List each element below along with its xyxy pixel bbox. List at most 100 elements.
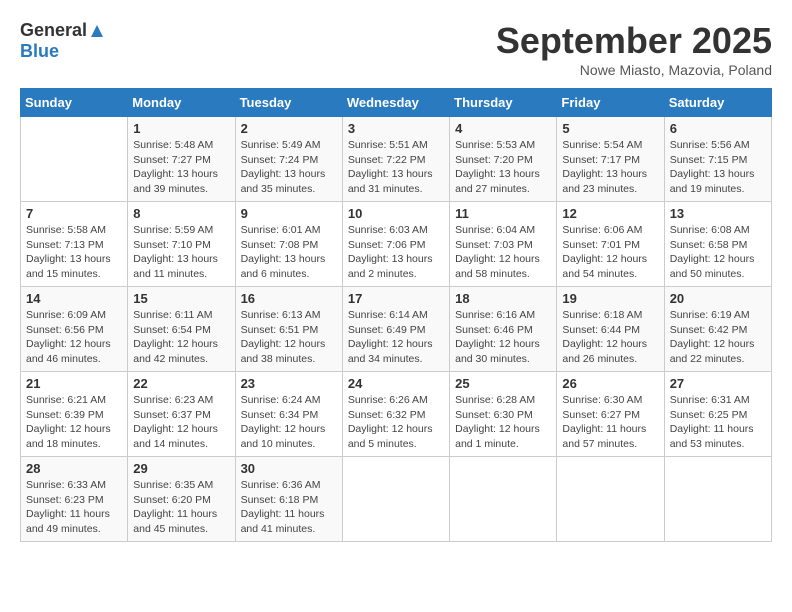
weekday-header-row: SundayMondayTuesdayWednesdayThursdayFrid… — [21, 89, 772, 117]
cell-info: Sunrise: 6:13 AM Sunset: 6:51 PM Dayligh… — [241, 308, 337, 367]
cell-info: Sunrise: 6:16 AM Sunset: 6:46 PM Dayligh… — [455, 308, 551, 367]
cell-info: Sunrise: 5:58 AM Sunset: 7:13 PM Dayligh… — [26, 223, 122, 282]
calendar-cell: 27 Sunrise: 6:31 AM Sunset: 6:25 PM Dayli… — [664, 372, 771, 457]
cell-info: Sunrise: 6:33 AM Sunset: 6:23 PM Dayligh… — [26, 478, 122, 537]
week-row-5: 28Sunrise: 6:33 AM Sunset: 6:23 PM Dayli… — [21, 457, 772, 542]
calendar-cell: 9 Sunrise: 6:01 AM Sunset: 7:08 PM Daylig… — [235, 202, 342, 287]
day-number: 17 — [348, 291, 444, 306]
calendar-cell: 6 Sunrise: 5:56 AM Sunset: 7:15 PM Daylig… — [664, 117, 771, 202]
cell-info: Sunrise: 6:04 AM Sunset: 7:03 PM Dayligh… — [455, 223, 551, 282]
calendar-cell: 15 Sunrise: 6:11 AM Sunset: 6:54 PM Dayli… — [128, 287, 235, 372]
cell-info: Sunrise: 6:24 AM Sunset: 6:34 PM Dayligh… — [241, 393, 337, 452]
day-number: 7 — [26, 206, 122, 221]
calendar-cell — [450, 457, 557, 542]
calendar-cell: 28Sunrise: 6:33 AM Sunset: 6:23 PM Dayli… — [21, 457, 128, 542]
calendar-cell: 19 Sunrise: 6:18 AM Sunset: 6:44 PM Dayli… — [557, 287, 664, 372]
cell-info: Sunrise: 6:35 AM Sunset: 6:20 PM Dayligh… — [133, 478, 229, 537]
calendar-cell: 10Sunrise: 6:03 AM Sunset: 7:06 PM Dayli… — [342, 202, 449, 287]
day-number: 20 — [670, 291, 766, 306]
day-number: 22 — [133, 376, 229, 391]
calendar-cell: 26 Sunrise: 6:30 AM Sunset: 6:27 PM Dayli… — [557, 372, 664, 457]
calendar-cell: 23 Sunrise: 6:24 AM Sunset: 6:34 PM Dayli… — [235, 372, 342, 457]
week-row-1: 1Sunrise: 5:48 AM Sunset: 7:27 PM Daylig… — [21, 117, 772, 202]
calendar-cell: 30Sunrise: 6:36 AM Sunset: 6:18 PM Dayli… — [235, 457, 342, 542]
cell-info: Sunrise: 6:23 AM Sunset: 6:37 PM Dayligh… — [133, 393, 229, 452]
day-number: 18 — [455, 291, 551, 306]
calendar-cell: 14 Sunrise: 6:09 AM Sunset: 6:56 PM Dayli… — [21, 287, 128, 372]
calendar-body: 1Sunrise: 5:48 AM Sunset: 7:27 PM Daylig… — [21, 117, 772, 542]
logo-text: General — [20, 20, 107, 40]
month-title: September 2025 — [496, 20, 772, 62]
day-number: 27 — [670, 376, 766, 391]
calendar-cell: 1Sunrise: 5:48 AM Sunset: 7:27 PM Daylig… — [128, 117, 235, 202]
cell-info: Sunrise: 5:49 AM Sunset: 7:24 PM Dayligh… — [241, 138, 337, 197]
week-row-3: 14 Sunrise: 6:09 AM Sunset: 6:56 PM Dayli… — [21, 287, 772, 372]
calendar-cell: 24Sunrise: 6:26 AM Sunset: 6:32 PM Dayli… — [342, 372, 449, 457]
calendar-cell: 25 Sunrise: 6:28 AM Sunset: 6:30 PM Dayli… — [450, 372, 557, 457]
calendar-cell: 21 Sunrise: 6:21 AM Sunset: 6:39 PM Dayli… — [21, 372, 128, 457]
calendar-cell — [21, 117, 128, 202]
day-number: 14 — [26, 291, 122, 306]
day-number: 2 — [241, 121, 337, 136]
cell-info: Sunrise: 6:14 AM Sunset: 6:49 PM Dayligh… — [348, 308, 444, 367]
calendar-table: SundayMondayTuesdayWednesdayThursdayFrid… — [20, 88, 772, 542]
cell-info: Sunrise: 6:31 AM Sunset: 6:25 PM Dayligh… — [670, 393, 766, 452]
logo-icon — [88, 22, 106, 40]
day-number: 19 — [562, 291, 658, 306]
weekday-header-friday: Friday — [557, 89, 664, 117]
day-number: 25 — [455, 376, 551, 391]
cell-info: Sunrise: 6:26 AM Sunset: 6:32 PM Dayligh… — [348, 393, 444, 452]
cell-info: Sunrise: 5:48 AM Sunset: 7:27 PM Dayligh… — [133, 138, 229, 197]
calendar-cell: 7 Sunrise: 5:58 AM Sunset: 7:13 PM Daylig… — [21, 202, 128, 287]
location: Nowe Miasto, Mazovia, Poland — [496, 62, 772, 78]
cell-info: Sunrise: 6:36 AM Sunset: 6:18 PM Dayligh… — [241, 478, 337, 537]
title-block: September 2025 Nowe Miasto, Mazovia, Pol… — [496, 20, 772, 78]
cell-info: Sunrise: 6:08 AM Sunset: 6:58 PM Dayligh… — [670, 223, 766, 282]
calendar-cell — [557, 457, 664, 542]
weekday-header-wednesday: Wednesday — [342, 89, 449, 117]
weekday-header-thursday: Thursday — [450, 89, 557, 117]
cell-info: Sunrise: 5:59 AM Sunset: 7:10 PM Dayligh… — [133, 223, 229, 282]
cell-info: Sunrise: 5:54 AM Sunset: 7:17 PM Dayligh… — [562, 138, 658, 197]
calendar-cell: 4 Sunrise: 5:53 AM Sunset: 7:20 PM Daylig… — [450, 117, 557, 202]
week-row-2: 7 Sunrise: 5:58 AM Sunset: 7:13 PM Daylig… — [21, 202, 772, 287]
day-number: 4 — [455, 121, 551, 136]
day-number: 11 — [455, 206, 551, 221]
cell-info: Sunrise: 6:11 AM Sunset: 6:54 PM Dayligh… — [133, 308, 229, 367]
logo: General Blue — [20, 20, 107, 60]
day-number: 21 — [26, 376, 122, 391]
calendar-cell: 13Sunrise: 6:08 AM Sunset: 6:58 PM Dayli… — [664, 202, 771, 287]
cell-info: Sunrise: 6:06 AM Sunset: 7:01 PM Dayligh… — [562, 223, 658, 282]
cell-info: Sunrise: 6:28 AM Sunset: 6:30 PM Dayligh… — [455, 393, 551, 452]
cell-info: Sunrise: 6:01 AM Sunset: 7:08 PM Dayligh… — [241, 223, 337, 282]
calendar-cell: 20Sunrise: 6:19 AM Sunset: 6:42 PM Dayli… — [664, 287, 771, 372]
day-number: 29 — [133, 461, 229, 476]
calendar-cell: 29 Sunrise: 6:35 AM Sunset: 6:20 PM Dayli… — [128, 457, 235, 542]
day-number: 26 — [562, 376, 658, 391]
day-number: 6 — [670, 121, 766, 136]
weekday-header-tuesday: Tuesday — [235, 89, 342, 117]
day-number: 15 — [133, 291, 229, 306]
cell-info: Sunrise: 5:53 AM Sunset: 7:20 PM Dayligh… — [455, 138, 551, 197]
cell-info: Sunrise: 6:30 AM Sunset: 6:27 PM Dayligh… — [562, 393, 658, 452]
day-number: 10 — [348, 206, 444, 221]
day-number: 8 — [133, 206, 229, 221]
cell-info: Sunrise: 5:51 AM Sunset: 7:22 PM Dayligh… — [348, 138, 444, 197]
cell-info: Sunrise: 5:56 AM Sunset: 7:15 PM Dayligh… — [670, 138, 766, 197]
cell-info: Sunrise: 6:18 AM Sunset: 6:44 PM Dayligh… — [562, 308, 658, 367]
calendar-cell — [664, 457, 771, 542]
day-number: 23 — [241, 376, 337, 391]
calendar-cell: 8 Sunrise: 5:59 AM Sunset: 7:10 PM Daylig… — [128, 202, 235, 287]
logo-blue: Blue — [20, 42, 107, 60]
weekday-header-sunday: Sunday — [21, 89, 128, 117]
calendar-cell: 11 Sunrise: 6:04 AM Sunset: 7:03 PM Dayli… — [450, 202, 557, 287]
cell-info: Sunrise: 6:21 AM Sunset: 6:39 PM Dayligh… — [26, 393, 122, 452]
calendar-cell: 3Sunrise: 5:51 AM Sunset: 7:22 PM Daylig… — [342, 117, 449, 202]
page-header: General Blue September 2025 Nowe Miasto,… — [20, 20, 772, 78]
day-number: 9 — [241, 206, 337, 221]
calendar-cell: 12 Sunrise: 6:06 AM Sunset: 7:01 PM Dayli… — [557, 202, 664, 287]
day-number: 5 — [562, 121, 658, 136]
day-number: 12 — [562, 206, 658, 221]
cell-info: Sunrise: 6:09 AM Sunset: 6:56 PM Dayligh… — [26, 308, 122, 367]
calendar-cell: 17 Sunrise: 6:14 AM Sunset: 6:49 PM Dayli… — [342, 287, 449, 372]
